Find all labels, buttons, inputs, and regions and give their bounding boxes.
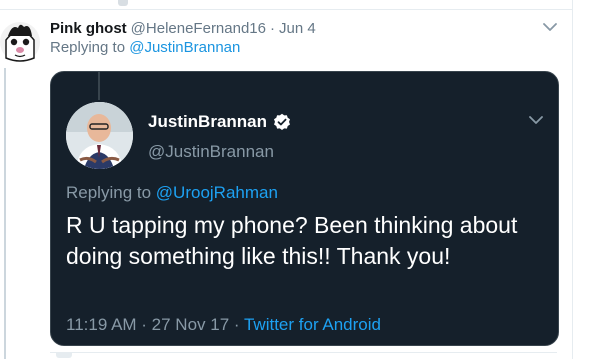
separator-dot: · — [270, 19, 275, 37]
quoted-menu-chevron — [526, 111, 546, 129]
author-handle[interactable]: @HeleneFernand16 — [131, 20, 266, 37]
quoted-avatar — [66, 102, 133, 169]
tweet-reply-page: Pink ghost @HeleneFernand16 · Jun 4 Repl… — [0, 0, 605, 359]
next-tweet-stub — [50, 352, 557, 359]
quoted-replying-label: Replying to — [66, 183, 152, 202]
quoted-name-row: JustinBrannan — [148, 112, 291, 132]
reply-header: Pink ghost @HeleneFernand16 · Jun 4 — [50, 18, 316, 38]
quoted-tweet-text: R U tapping my phone? Been thinking abou… — [66, 212, 518, 269]
thread-line — [4, 68, 6, 359]
quoted-display-name: JustinBrannan — [148, 112, 268, 131]
person-avatar-icon — [66, 102, 133, 169]
quoted-timestamp: 11:19 AM · 27 Nov 17 · — [66, 315, 240, 334]
tweet-divider — [0, 9, 572, 10]
quoted-handle: @JustinBrannan — [148, 142, 274, 161]
previous-tweet-nub — [118, 0, 128, 6]
quoted-tweet-image[interactable]: JustinBrannan @JustinBrannan Replying to… — [50, 71, 559, 346]
replying-to-line: Replying to @JustinBrannan — [50, 39, 240, 56]
quoted-source: Twitter for Android — [243, 315, 381, 334]
avatar[interactable] — [0, 18, 40, 66]
next-tweet-nub — [56, 353, 72, 358]
tweet-time[interactable]: Jun 4 — [279, 20, 316, 37]
verified-badge-icon — [274, 113, 291, 130]
quoted-replying-to-line: Replying to @UroojRahman — [66, 183, 278, 203]
ghost-avatar-icon — [0, 22, 40, 62]
replying-to-label: Replying to — [50, 39, 126, 56]
quoted-replying-mention: @UroojRahman — [155, 183, 278, 202]
replying-to-mention[interactable]: @JustinBrannan — [129, 39, 240, 56]
timeline-border — [572, 0, 573, 359]
tweet-menu-button[interactable] — [541, 18, 559, 36]
quoted-thread-line — [98, 72, 100, 100]
quoted-tweet-meta: 11:19 AM · 27 Nov 17 · Twitter for Andro… — [66, 315, 381, 335]
author-display-name[interactable]: Pink ghost — [50, 20, 127, 37]
chevron-down-icon — [529, 115, 543, 124]
chevron-down-icon — [543, 22, 557, 31]
